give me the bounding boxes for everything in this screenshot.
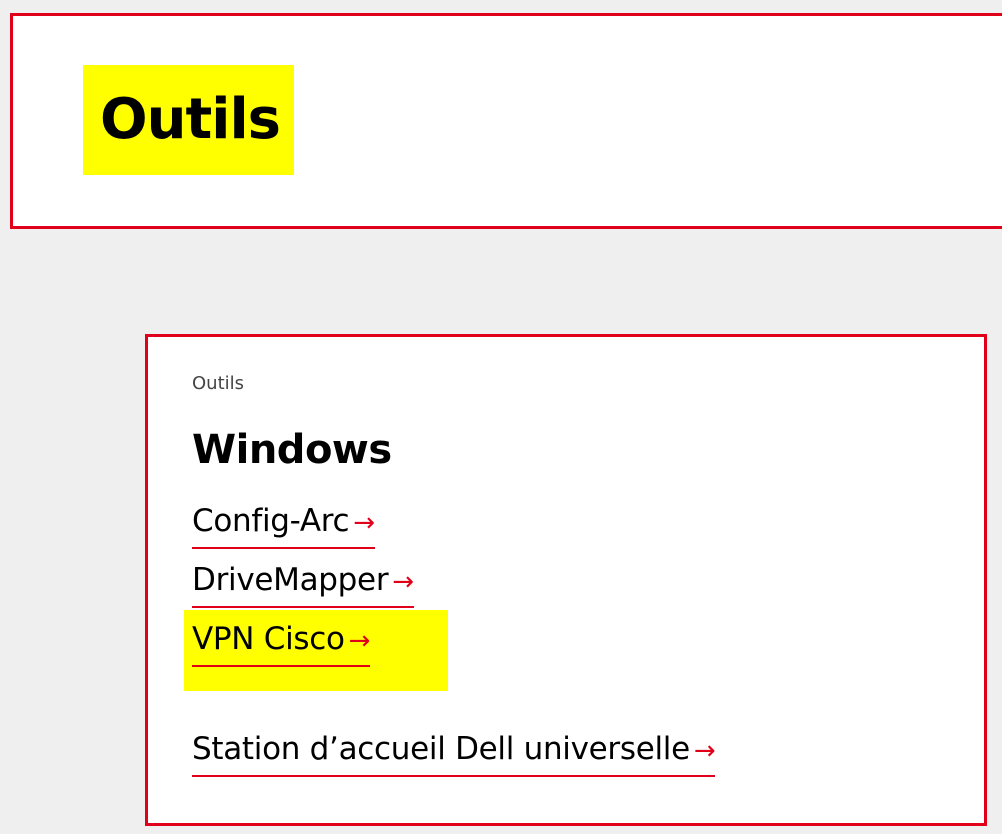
page-title: Outils <box>83 65 294 175</box>
arrow-right-icon: → <box>353 508 375 538</box>
page-header: Outils <box>10 13 1002 229</box>
link-label: Station d’accueil Dell universelle <box>192 731 690 767</box>
windows-tools-card: Outils Windows Config-Arc → DriveMapper → … <box>145 334 987 826</box>
card-eyebrow: Outils <box>192 373 245 394</box>
link-label: VPN Cisco <box>192 621 345 657</box>
link-drivemapper[interactable]: DriveMapper → <box>192 560 414 608</box>
arrow-right-icon: → <box>392 567 414 597</box>
arrow-right-icon: → <box>693 736 716 766</box>
link-vpn-cisco[interactable]: VPN Cisco → <box>192 619 370 667</box>
link-label: DriveMapper <box>192 562 389 598</box>
link-config-arc[interactable]: Config-Arc → <box>192 501 375 549</box>
link-dell-universal-dock[interactable]: Station d’accueil Dell universelle → <box>192 729 716 777</box>
arrow-right-icon: → <box>348 626 371 656</box>
link-label: Config-Arc <box>192 503 350 539</box>
card-title: Windows <box>192 427 392 473</box>
